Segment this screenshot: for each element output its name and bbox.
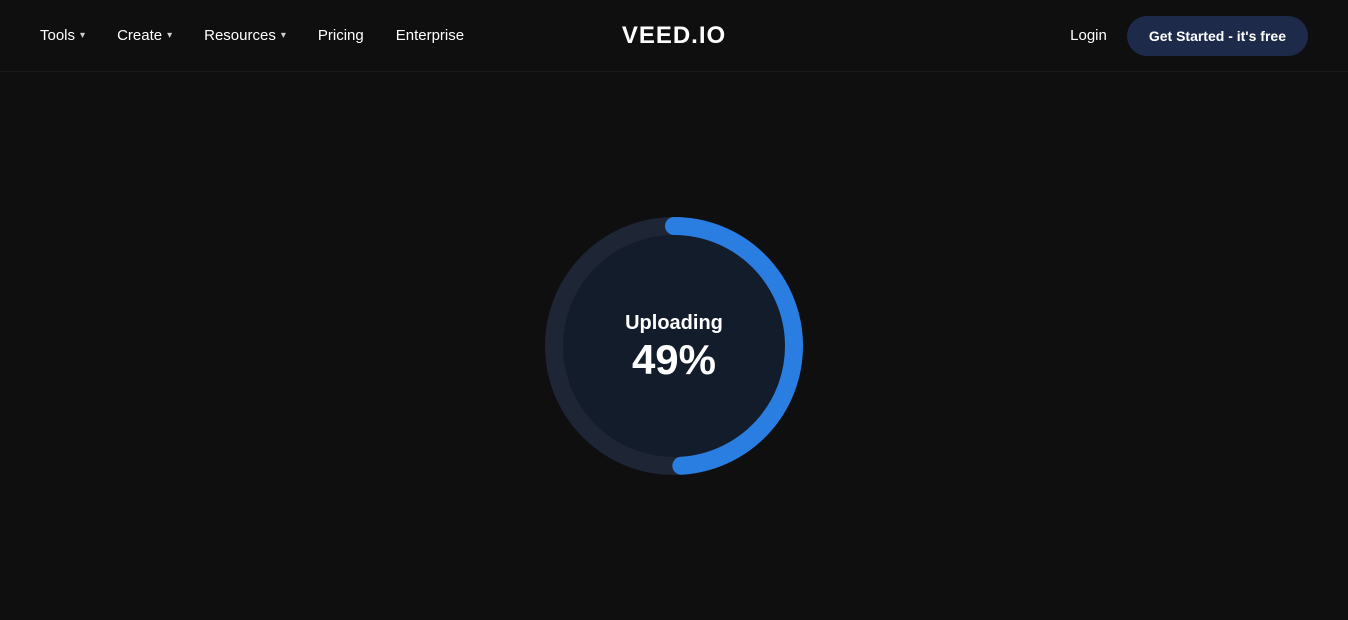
chevron-down-icon: ▾ [167, 30, 172, 41]
site-logo[interactable]: VEED.IO [622, 22, 726, 50]
nav-item-enterprise[interactable]: Enterprise [396, 27, 464, 44]
main-content: Uploading 49% [0, 72, 1348, 620]
uploading-percent: 49% [625, 339, 723, 381]
nav-resources-label: Resources [204, 27, 276, 44]
upload-progress-container: Uploading 49% [534, 206, 814, 486]
progress-text: Uploading 49% [625, 312, 723, 381]
chevron-down-icon: ▾ [80, 30, 85, 41]
login-button[interactable]: Login [1070, 27, 1107, 44]
nav-create-label: Create [117, 27, 162, 44]
nav-enterprise-label: Enterprise [396, 27, 464, 44]
uploading-label: Uploading [625, 312, 723, 335]
nav-item-tools[interactable]: Tools ▾ [40, 27, 85, 44]
nav-item-resources[interactable]: Resources ▾ [204, 27, 286, 44]
nav-left: Tools ▾ Create ▾ Resources ▾ Pricing Ent… [40, 27, 464, 44]
nav-right: Login Get Started - it's free [1070, 16, 1308, 56]
chevron-down-icon: ▾ [281, 30, 286, 41]
get-started-button[interactable]: Get Started - it's free [1127, 16, 1308, 56]
nav-pricing-label: Pricing [318, 27, 364, 44]
navbar: Tools ▾ Create ▾ Resources ▾ Pricing Ent… [0, 0, 1348, 72]
nav-tools-label: Tools [40, 27, 75, 44]
nav-item-create[interactable]: Create ▾ [117, 27, 172, 44]
nav-item-pricing[interactable]: Pricing [318, 27, 364, 44]
